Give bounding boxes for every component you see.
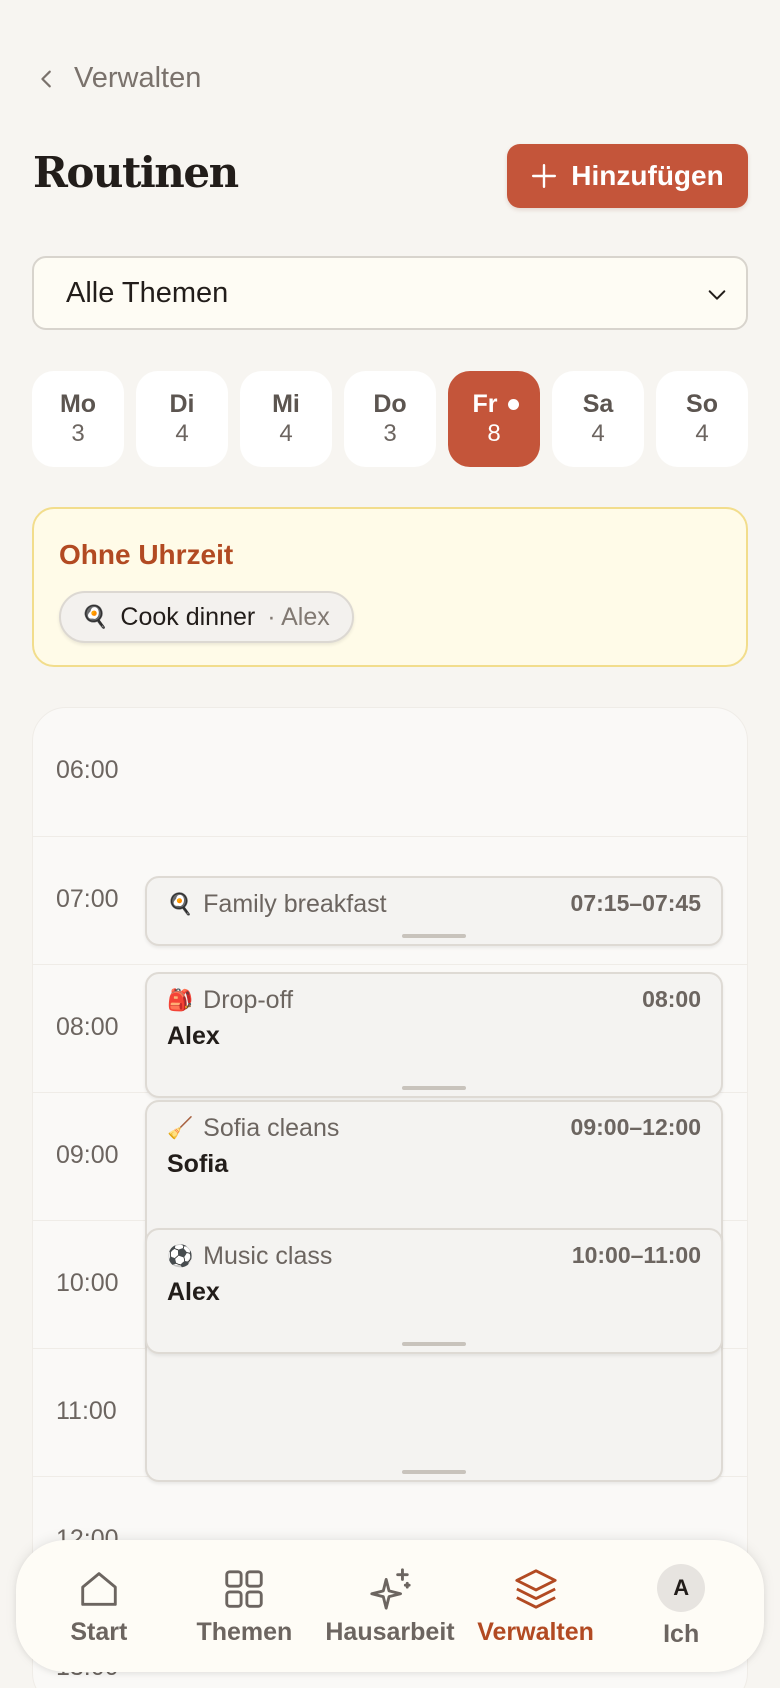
day-fr[interactable]: Fr 8 — [448, 371, 540, 467]
day-do[interactable]: Do 3 — [344, 371, 436, 467]
event-title: 🎒 Drop-off — [167, 986, 293, 1015]
soccer-ball-icon: ⚽ — [167, 1244, 194, 1268]
broom-icon: 🧹 — [167, 1116, 194, 1140]
event-title-text: Drop-off — [203, 986, 294, 1014]
screen: Verwalten Routinen Hinzufügen Alle Theme… — [0, 0, 780, 1688]
sparkle-icon — [370, 1567, 411, 1610]
day-count: 4 — [695, 420, 709, 447]
event-time: 07:15–07:45 — [570, 890, 701, 916]
hour-label: 11:00 — [56, 1397, 117, 1425]
day-mi[interactable]: Mi 4 — [240, 371, 332, 467]
day-name: Fr — [472, 390, 498, 418]
avatar: A — [657, 1563, 706, 1612]
plus-icon — [532, 163, 557, 189]
nav-label: Themen — [196, 1617, 293, 1646]
nav-start[interactable]: Start — [29, 1566, 169, 1647]
day-name: Mi — [272, 390, 300, 418]
hour-label: 09:00 — [56, 1141, 119, 1169]
untimed-heading: Ohne Uhrzeit — [59, 539, 234, 570]
backpack-icon: 🎒 — [167, 988, 194, 1012]
day-name: So — [686, 390, 718, 418]
chevron-down-icon — [708, 290, 726, 300]
topic-filter-value: Alle Themen — [66, 276, 229, 309]
routine-event-drop-off[interactable]: 🎒 Drop-off 08:00 Alex — [145, 972, 723, 1098]
resize-handle[interactable] — [402, 1470, 466, 1474]
day-name: Sa — [582, 390, 614, 418]
nav-label: Ich — [663, 1619, 700, 1648]
nav-ich[interactable]: A Ich — [611, 1563, 751, 1649]
day-di[interactable]: Di 4 — [136, 371, 228, 467]
untimed-section: Ohne Uhrzeit 🍳 Cook dinner · Alex — [32, 507, 748, 667]
bottom-nav: Start Themen Hausarbeit Verwalten A Ich — [16, 1540, 764, 1672]
chip-person: · Alex — [267, 602, 330, 631]
resize-handle[interactable] — [402, 1086, 466, 1090]
back-link[interactable]: Verwalten — [36, 62, 201, 95]
event-time: 09:00–12:00 — [570, 1114, 701, 1140]
frying-pan-icon: 🍳 — [81, 604, 109, 629]
day-name: Do — [373, 390, 407, 418]
day-name: Mo — [59, 390, 97, 418]
topic-filter-select[interactable]: Alle Themen — [32, 256, 748, 330]
event-time: 08:00 — [642, 986, 701, 1012]
frying-pan-icon: 🍳 — [167, 892, 194, 916]
routine-event-family-breakfast[interactable]: 🍳 Family breakfast 07:15–07:45 — [145, 876, 723, 946]
event-title-text: Music class — [203, 1242, 333, 1270]
day-count: 4 — [591, 420, 605, 447]
day-mo[interactable]: Mo 3 — [32, 371, 124, 467]
chevron-left-icon — [41, 70, 51, 87]
event-title: 🧹 Sofia cleans — [167, 1114, 339, 1143]
day-count: 4 — [279, 420, 293, 447]
day-count: 4 — [175, 420, 189, 447]
day-selector: Mo 3 Di 4 Mi 4 Do 3 Fr 8 Sa 4 So 4 — [32, 371, 748, 467]
nav-label: Verwalten — [477, 1617, 594, 1646]
event-person: Sofia — [167, 1150, 229, 1178]
day-count: 3 — [383, 420, 397, 447]
chip-title: Cook dinner — [120, 602, 256, 631]
event-person: Alex — [167, 1278, 220, 1306]
nav-label: Hausarbeit — [325, 1617, 455, 1646]
home-icon — [81, 1571, 117, 1606]
resize-handle[interactable] — [402, 1342, 466, 1346]
page-title: Routinen — [33, 148, 239, 197]
nav-label: Start — [70, 1617, 128, 1646]
day-count: 8 — [487, 420, 501, 447]
today-dot-icon — [508, 399, 519, 410]
event-person: Alex — [167, 1022, 220, 1050]
hour-row: 06:00 — [33, 708, 747, 836]
nav-hausarbeit[interactable]: Hausarbeit — [320, 1566, 460, 1647]
day-name: Di — [169, 390, 195, 418]
hour-label: 06:00 — [56, 756, 119, 784]
hour-label: 10:00 — [56, 1269, 119, 1297]
untimed-routine-chip[interactable]: 🍳 Cook dinner · Alex — [59, 591, 354, 643]
hour-label: 07:00 — [56, 885, 119, 913]
nav-verwalten[interactable]: Verwalten — [466, 1566, 606, 1647]
resize-handle[interactable] — [402, 934, 466, 938]
day-sa[interactable]: Sa 4 — [552, 371, 644, 467]
back-label: Verwalten — [74, 62, 202, 94]
day-count: 3 — [71, 420, 85, 447]
layers-icon — [514, 1568, 557, 1609]
add-button[interactable]: Hinzufügen — [507, 144, 748, 208]
day-so[interactable]: So 4 — [656, 371, 748, 467]
event-time: 10:00–11:00 — [571, 1242, 701, 1268]
routine-event-music-class[interactable]: ⚽ Music class 10:00–11:00 Alex — [145, 1228, 723, 1354]
event-title-text: Family breakfast — [203, 890, 387, 918]
event-title-text: Sofia cleans — [203, 1114, 340, 1142]
event-title: 🍳 Family breakfast — [167, 890, 387, 919]
nav-themen[interactable]: Themen — [174, 1566, 314, 1647]
add-button-label: Hinzufügen — [571, 160, 724, 191]
event-title: ⚽ Music class — [167, 1242, 332, 1271]
grid-icon — [225, 1569, 264, 1608]
hour-label: 08:00 — [56, 1013, 119, 1041]
